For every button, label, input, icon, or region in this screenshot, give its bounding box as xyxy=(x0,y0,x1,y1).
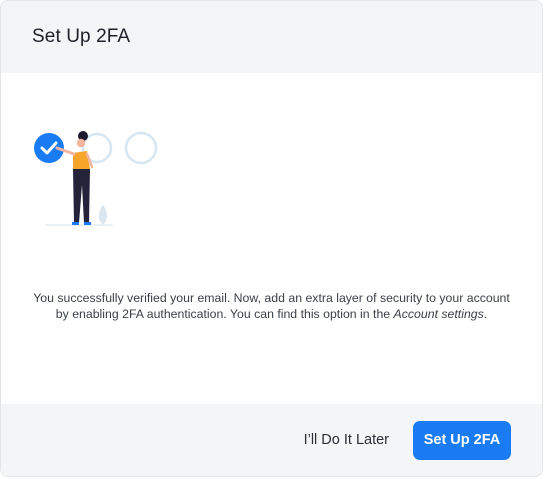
verification-message: You successfully verified your email. No… xyxy=(31,290,512,322)
modal-body: You successfully verified your email. No… xyxy=(1,73,542,406)
account-settings-reference: Account settings xyxy=(393,307,484,322)
setup-illustration xyxy=(34,131,158,226)
modal-header: Set Up 2FA xyxy=(1,1,542,73)
modal-title: Set Up 2FA xyxy=(32,26,131,47)
modal-footer: I’ll Do It Later Set Up 2FA xyxy=(1,404,542,476)
step-circle-3 xyxy=(124,131,158,165)
do-it-later-button[interactable]: I’ll Do It Later xyxy=(292,422,401,458)
set-up-2fa-button[interactable]: Set Up 2FA xyxy=(413,420,511,460)
plant-icon xyxy=(98,205,108,225)
twofa-modal: Set Up 2FA You successfully verified you… xyxy=(0,0,543,477)
message-end: . xyxy=(483,307,488,322)
